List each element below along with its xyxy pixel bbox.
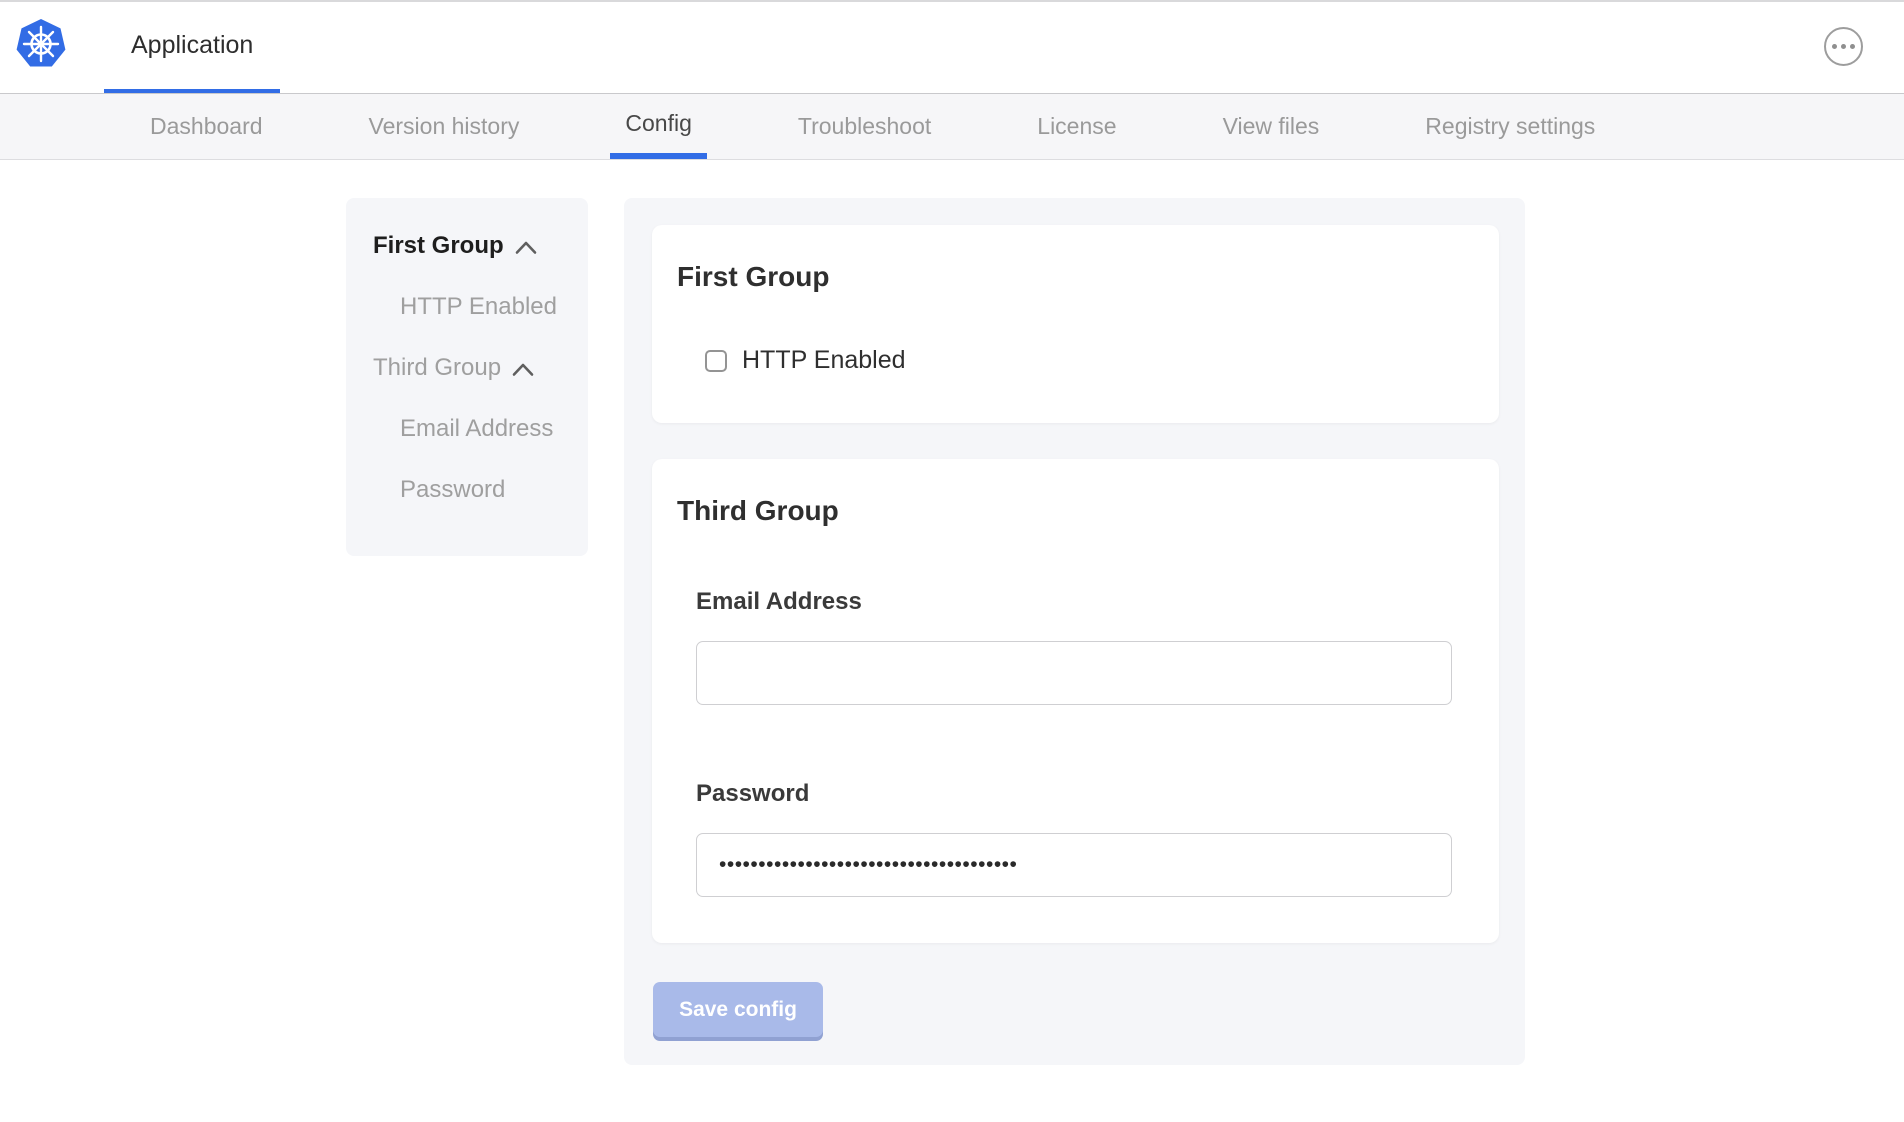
password-input[interactable] xyxy=(696,833,1452,897)
config-group-card-first: First Group HTTP Enabled xyxy=(652,225,1499,423)
tab-dashboard[interactable]: Dashboard xyxy=(135,94,278,159)
sidebar-item-password[interactable]: Password xyxy=(346,476,588,504)
tab-label: Config xyxy=(625,110,691,137)
tab-label: License xyxy=(1037,113,1116,140)
tab-label: View files xyxy=(1223,113,1320,140)
sidebar-item-http-enabled[interactable]: HTTP Enabled xyxy=(346,293,588,321)
tab-application[interactable]: Application xyxy=(104,2,280,95)
password-label: Password xyxy=(677,780,1474,808)
tab-label: Version history xyxy=(369,113,520,140)
tab-troubleshoot[interactable]: Troubleshoot xyxy=(783,94,946,159)
group-title: Third Group xyxy=(677,497,1474,525)
app-subnav: Dashboard Version history Config Trouble… xyxy=(0,93,1904,160)
chevron-up-icon[interactable] xyxy=(512,362,534,377)
tab-label: Troubleshoot xyxy=(798,113,931,140)
tab-version-history[interactable]: Version history xyxy=(354,94,535,159)
config-group-card-third: Third Group Email Address Password xyxy=(652,459,1499,943)
save-config-button[interactable]: Save config xyxy=(653,982,823,1037)
ellipsis-dot-icon xyxy=(1841,44,1846,49)
sidebar-item-email-address[interactable]: Email Address xyxy=(346,415,588,443)
config-nav-sidebar: First Group HTTP Enabled Third Group Ema… xyxy=(346,198,588,556)
group-title: First Group xyxy=(677,263,1474,291)
ellipsis-dot-icon xyxy=(1850,44,1855,49)
tab-label: Registry settings xyxy=(1425,113,1595,140)
sidebar-item-third-group[interactable]: Third Group xyxy=(346,354,588,382)
config-content-panel: First Group HTTP Enabled Third Group Ema… xyxy=(624,198,1525,1065)
tab-label: Dashboard xyxy=(150,113,263,140)
sidebar-item-label: Third Group xyxy=(373,354,501,382)
sidebar-item-label: HTTP Enabled xyxy=(400,293,557,321)
tab-view-files[interactable]: View files xyxy=(1208,94,1335,159)
http-enabled-field: HTTP Enabled xyxy=(677,346,1474,375)
sidebar-item-label: Password xyxy=(400,476,505,504)
sidebar-item-label: First Group xyxy=(373,232,504,260)
sidebar-item-label: Email Address xyxy=(400,415,553,443)
app-header: Application xyxy=(0,0,1904,93)
tab-license[interactable]: License xyxy=(1022,94,1131,159)
checkbox-label[interactable]: HTTP Enabled xyxy=(742,346,906,375)
http-enabled-checkbox[interactable] xyxy=(705,350,727,372)
tab-registry-settings[interactable]: Registry settings xyxy=(1410,94,1610,159)
app-tab-label: Application xyxy=(131,31,253,60)
email-address-label: Email Address xyxy=(677,588,1474,616)
tab-config[interactable]: Config xyxy=(610,94,706,159)
ellipsis-menu-button[interactable] xyxy=(1824,27,1863,66)
ellipsis-dot-icon xyxy=(1832,44,1837,49)
email-address-input[interactable] xyxy=(696,641,1452,705)
chevron-up-icon[interactable] xyxy=(515,240,537,255)
sidebar-item-first-group[interactable]: First Group xyxy=(346,232,588,260)
kubernetes-logo-icon xyxy=(16,18,66,68)
